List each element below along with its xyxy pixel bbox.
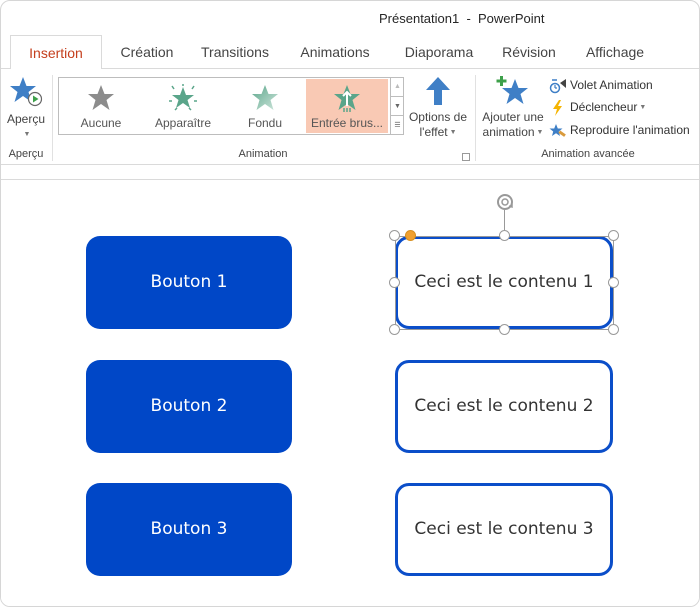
preview-button-label: Aperçu	[6, 112, 46, 126]
tab-transitions[interactable]: Transitions	[193, 35, 277, 69]
resize-handle-top-left[interactable]	[389, 230, 400, 241]
effect-options-label-2: l'effet	[419, 125, 448, 139]
star-add-icon	[496, 76, 528, 104]
arrow-up-icon	[426, 77, 450, 105]
chevron-down-icon: ▼	[449, 129, 457, 137]
animation-pane-button[interactable]: Volet Animation	[549, 75, 653, 95]
powerpoint-window: Présentation1 - PowerPoint Insertion Cré…	[0, 0, 700, 607]
slide-button-2[interactable]: Bouton 2	[86, 360, 292, 453]
star-fade-icon	[252, 85, 278, 110]
group-label-apercu: Aperçu	[8, 148, 44, 160]
tab-creation[interactable]: Création	[111, 35, 183, 69]
tab-revision[interactable]: Révision	[496, 35, 562, 69]
trigger-label: Déclencheur	[570, 100, 638, 114]
gallery-item-apparaitre[interactable]: Apparaître	[142, 79, 224, 133]
star-gray-icon	[88, 85, 114, 110]
adjust-handle[interactable]	[405, 230, 416, 241]
gallery-item-label: Aucune	[80, 116, 122, 130]
chevron-down-icon: ▼	[536, 129, 544, 137]
animation-gallery: Aucune Apparaître Fondu Entrée brus...	[58, 77, 404, 135]
tab-insertion[interactable]: Insertion	[10, 35, 102, 70]
gallery-item-entree-brusque[interactable]: Entrée brus...	[306, 79, 388, 133]
group-label-advanced: Animation avancée	[541, 148, 635, 160]
tab-affichage[interactable]: Affichage	[577, 35, 653, 69]
chevron-down-icon: ▼	[23, 131, 31, 139]
gallery-scrollbar: ▲ ▼ ☰	[390, 77, 404, 135]
gallery-scroll-up-button[interactable]: ▲	[391, 77, 404, 96]
ribbon: Aperçu ▼ Aperçu Aucune Apparaître Fondu …	[1, 69, 699, 165]
tab-animations[interactable]: Animations	[291, 35, 379, 69]
effect-options-label-1: Options de	[408, 110, 468, 124]
content-box-2[interactable]: Ceci est le contenu 2	[395, 360, 613, 453]
group-label-animation: Animation	[238, 148, 288, 160]
slide-button-3[interactable]: Bouton 3	[86, 483, 292, 576]
resize-handle-bottom-right[interactable]	[608, 324, 619, 335]
chevron-down-icon: ▼	[639, 103, 647, 111]
animation-pane-label: Volet Animation	[570, 78, 653, 92]
resize-handle-top[interactable]	[499, 230, 510, 241]
resize-handle-top-right[interactable]	[608, 230, 619, 241]
effect-options-button[interactable]: Options de l'effet ▼	[406, 75, 470, 140]
content-box-3[interactable]: Ceci est le contenu 3	[395, 483, 613, 576]
resize-handle-bottom-left[interactable]	[389, 324, 400, 335]
star-play-icon	[10, 77, 43, 107]
title-bar: Présentation1 - PowerPoint	[1, 1, 699, 35]
star-burst-icon	[169, 84, 197, 111]
window-title: Présentation1 - PowerPoint	[379, 11, 545, 26]
preview-button[interactable]: Aperçu ▼	[3, 75, 49, 141]
animation-painter-button[interactable]: Reproduire l'animation	[549, 120, 690, 140]
tab-diaporama[interactable]: Diaporama	[397, 35, 481, 69]
rotate-handle-icon[interactable]	[495, 192, 515, 212]
trigger-button[interactable]: Déclencheur ▼	[549, 97, 646, 117]
content-box-1[interactable]: Ceci est le contenu 1	[395, 236, 613, 329]
resize-handle-left[interactable]	[389, 277, 400, 288]
gallery-item-aucune[interactable]: Aucune	[60, 79, 142, 133]
group-separator	[475, 75, 476, 161]
gallery-item-label: Apparaître	[154, 116, 212, 130]
gallery-scroll-down-button[interactable]: ▼	[391, 96, 404, 115]
add-animation-button[interactable]: Ajouter une animation ▼	[479, 75, 547, 140]
add-animation-label-2: animation	[482, 125, 535, 139]
resize-handle-right[interactable]	[608, 277, 619, 288]
gallery-item-label: Entrée brus...	[310, 116, 384, 130]
slide-canvas[interactable]: Bouton 1 Bouton 2 Bouton 3 Ceci est le c…	[1, 179, 699, 606]
lightning-icon	[553, 99, 562, 116]
animation-painter-icon	[549, 123, 566, 137]
gallery-item-fondu[interactable]: Fondu	[224, 79, 306, 133]
animation-painter-label: Reproduire l'animation	[570, 123, 690, 137]
star-fly-in-icon	[334, 85, 360, 112]
gallery-more-button[interactable]: ☰	[391, 115, 404, 134]
gallery-item-label: Fondu	[247, 116, 283, 130]
add-animation-label-1: Ajouter une	[482, 110, 544, 124]
group-separator	[52, 75, 53, 161]
ribbon-tabs: Insertion Création Transitions Animation…	[1, 35, 699, 70]
resize-handle-bottom[interactable]	[499, 324, 510, 335]
dialog-launcher-icon[interactable]	[462, 153, 470, 161]
animation-pane-icon	[549, 78, 566, 94]
slide-button-1[interactable]: Bouton 1	[86, 236, 292, 329]
